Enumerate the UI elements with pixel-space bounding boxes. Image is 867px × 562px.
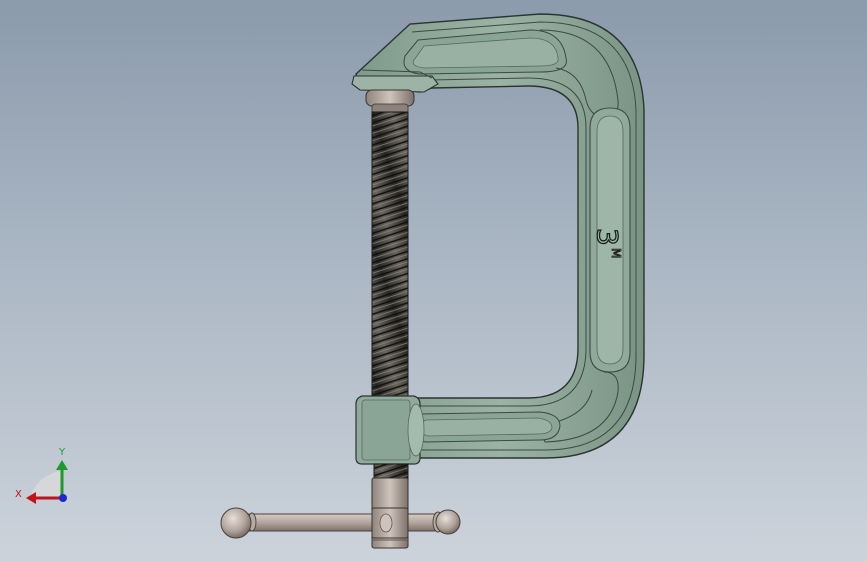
graphics-viewport[interactable]: 3 M X Y bbox=[0, 0, 867, 562]
triad-x-label: X bbox=[15, 489, 22, 500]
triad-x-arrow bbox=[26, 492, 36, 504]
triad-y-arrow bbox=[56, 460, 68, 470]
triad-z-axis bbox=[59, 494, 67, 502]
triad-y-label: Y bbox=[58, 447, 66, 458]
reference-triad[interactable]: X Y bbox=[0, 0, 867, 562]
